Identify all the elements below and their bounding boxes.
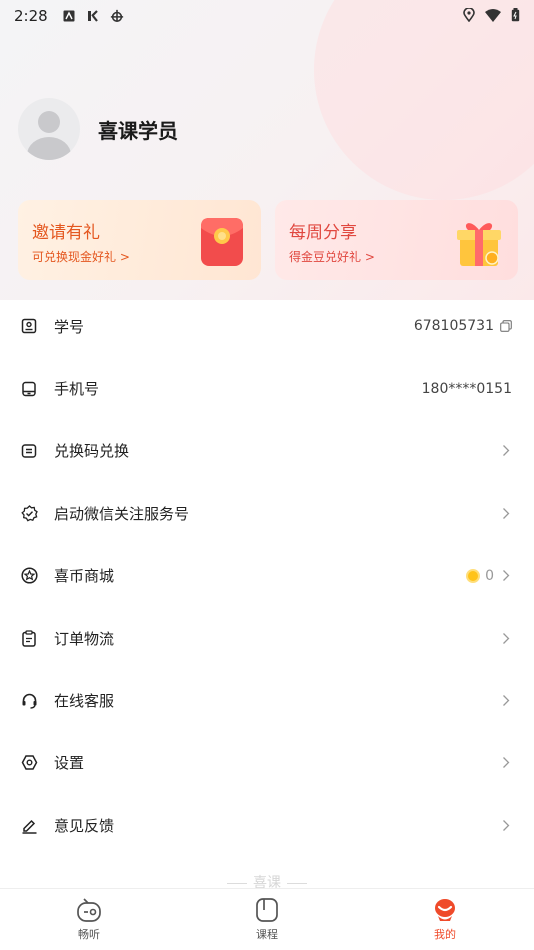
tab-listen[interactable]: 畅听 [0, 889, 178, 950]
location-icon [463, 6, 475, 26]
tab-courses[interactable]: 课程 [178, 889, 356, 950]
menu-item-orders[interactable]: 订单物流 [0, 607, 534, 669]
avatar[interactable] [18, 98, 80, 160]
menu-item-settings[interactable]: 设置 [0, 732, 534, 794]
invite-promo-card[interactable]: 邀请有礼 可兑换现金好礼 > [18, 200, 261, 280]
tab-listen-label: 畅听 [78, 928, 100, 941]
headset-icon [20, 692, 38, 710]
phone-icon [20, 380, 38, 398]
menu-label-student-id: 学号 [54, 317, 85, 336]
battery-icon [511, 7, 520, 26]
chevron-right-icon [502, 444, 512, 458]
radio-icon [76, 897, 102, 923]
menu-label-customer-service: 在线客服 [54, 692, 115, 711]
redeem-code-icon [20, 442, 38, 460]
tab-mine-label: 我的 [434, 928, 456, 941]
username: 喜课学员 [98, 118, 178, 143]
menu-label-settings: 设置 [54, 754, 85, 773]
menu-label-redeem: 兑换码兑换 [54, 442, 130, 461]
notification-k-icon [86, 9, 100, 23]
menu-label-coin-mall: 喜币商城 [54, 567, 115, 586]
chevron-right-icon [502, 631, 512, 645]
verified-badge-icon [20, 504, 38, 522]
status-time: 2:28 [14, 7, 48, 25]
bottom-tab-bar: 畅听 课程 我的 [0, 888, 534, 950]
menu-label-orders: 订单物流 [54, 629, 115, 648]
coin-icon [466, 568, 481, 583]
menu-item-feedback[interactable]: 意见反馈 [0, 794, 534, 856]
coin-balance: 0 [485, 567, 494, 584]
tab-mine[interactable]: 我的 [356, 889, 534, 950]
settings-menu: 学号 678105731 手机号 180****0151 兑换码兑换 启动微信关… [0, 295, 534, 857]
menu-item-customer-service[interactable]: 在线客服 [0, 669, 534, 731]
menu-item-student-id[interactable]: 学号 678105731 [0, 295, 534, 357]
id-card-icon [20, 317, 38, 335]
notification-bug-icon [110, 9, 124, 23]
menu-item-wechat-follow[interactable]: 启动微信关注服务号 [0, 482, 534, 544]
chevron-right-icon [502, 756, 512, 770]
wifi-icon [485, 7, 501, 26]
phone-value: 180****0151 [421, 380, 512, 397]
notification-a-icon [62, 9, 76, 23]
status-bar: 2:28 [0, 0, 534, 32]
star-circle-icon [20, 567, 38, 585]
chevron-right-icon [502, 569, 512, 583]
gift-box-icon [457, 223, 501, 266]
chevron-right-icon [502, 694, 512, 708]
menu-label-feedback: 意见反馈 [54, 816, 115, 835]
menu-item-phone[interactable]: 手机号 180****0151 [0, 357, 534, 419]
book-icon [254, 897, 280, 923]
profile-header[interactable]: 喜课学员 [18, 98, 178, 160]
menu-label-phone: 手机号 [54, 380, 100, 399]
menu-label-wechat-follow: 启动微信关注服务号 [54, 504, 190, 523]
edit-pen-icon [20, 816, 38, 834]
mascot-profile-icon [432, 897, 458, 923]
promo-row: 邀请有礼 可兑换现金好礼 > 每周分享 得金豆兑好礼 > [18, 200, 518, 280]
copy-icon[interactable] [500, 320, 512, 333]
student-id-value: 678105731 [413, 318, 494, 335]
menu-item-redeem[interactable]: 兑换码兑换 [0, 420, 534, 482]
menu-item-coin-mall[interactable]: 喜币商城 0 [0, 545, 534, 607]
settings-hexagon-icon [20, 754, 38, 772]
chevron-right-icon [502, 506, 512, 520]
clipboard-icon [20, 629, 38, 647]
share-promo-card[interactable]: 每周分享 得金豆兑好礼 > [275, 200, 518, 280]
tab-courses-label: 课程 [256, 928, 278, 941]
red-envelope-icon [201, 218, 243, 266]
chevron-right-icon [502, 818, 512, 832]
